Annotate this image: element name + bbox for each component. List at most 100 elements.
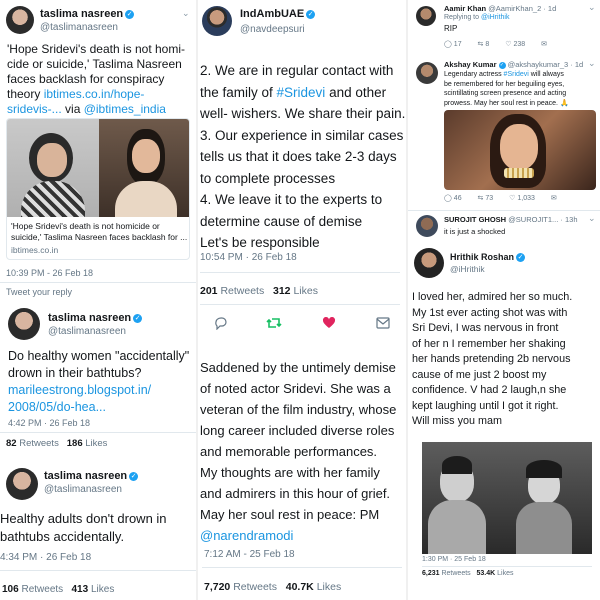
- divider: [202, 567, 402, 568]
- like-count[interactable]: 40.7K: [286, 581, 314, 593]
- author-name[interactable]: Hrithik Roshan: [450, 252, 514, 262]
- reply-icon[interactable]: ◯: [444, 195, 452, 202]
- tweet-text: 'Hope Sridevi's death is not homi- cide …: [7, 42, 186, 116]
- tweet-timestamp[interactable]: 1:30 PM · 25 Feb 18: [422, 556, 486, 563]
- retweet-count[interactable]: 82: [6, 438, 17, 449]
- avatar[interactable]: [416, 215, 438, 237]
- author-handle[interactable]: @akshaykumar_3 · 1d: [508, 60, 584, 69]
- message-icon[interactable]: [376, 317, 390, 329]
- link-card-domain: ibtimes.co.in: [11, 245, 59, 255]
- link-card-title: 'Hope Sridevi's death is not homicide or…: [11, 221, 188, 242]
- author-name[interactable]: taslima nasreen: [44, 470, 127, 482]
- retweet-icon[interactable]: ⇆: [478, 41, 484, 48]
- tweet-stats: 7,720 Retweets 40.7K Likes: [204, 581, 342, 593]
- author-name[interactable]: Aamir Khan: [444, 4, 486, 13]
- verified-icon: ✓: [306, 10, 316, 19]
- tweet-timestamp[interactable]: 4:34 PM · 26 Feb 18: [0, 552, 91, 563]
- like-count[interactable]: 53.4K: [477, 570, 496, 577]
- message-icon[interactable]: ✉: [541, 41, 547, 48]
- tweet-text: Saddened by the untimely demise of noted…: [200, 357, 406, 546]
- tweet-image[interactable]: [422, 442, 592, 554]
- author-handle[interactable]: @taslimanasreen: [48, 326, 126, 337]
- retweet-count[interactable]: 6,231: [422, 570, 440, 577]
- author-handle[interactable]: @SUROJIT1... · 13h: [508, 215, 577, 224]
- link-card[interactable]: 'Hope Sridevi's death is not homicide or…: [6, 118, 190, 260]
- avatar[interactable]: [414, 248, 444, 278]
- author-handle[interactable]: @iHrithik: [450, 264, 485, 274]
- tweet-text: it is just a shocked: [444, 227, 506, 236]
- author-name[interactable]: SUROJIT GHOSH: [444, 215, 506, 224]
- verified-icon: ✓: [516, 253, 526, 262]
- reply-count: 17: [453, 41, 462, 48]
- tweet-card-taslima-3: taslima nasreen ✓ @taslimanasreen Healthy…: [0, 460, 196, 600]
- chevron-down-icon[interactable]: ⌄: [182, 8, 190, 19]
- tweet-actions: [198, 314, 406, 334]
- tweet-card-pm-statement: Saddened by the untimely demise of noted…: [198, 345, 406, 600]
- reply-count: 46: [453, 195, 462, 202]
- tweet-card-surojit: SUROJIT GHOSH @SUROJIT1... · 13h ⌄ it is…: [408, 210, 600, 244]
- tweet-card-taslima-1: taslima nasreen ✓ @taslimanasreen ⌄ 'Hope…: [0, 0, 196, 300]
- tweet-timestamp[interactable]: 4:42 PM · 26 Feb 18: [8, 418, 90, 428]
- retweet-count[interactable]: 7,720: [204, 581, 230, 593]
- author-name[interactable]: Akshay Kumar: [444, 60, 497, 69]
- like-count: 1,033: [517, 195, 535, 202]
- like-icon[interactable]: ♡: [505, 41, 511, 48]
- message-icon[interactable]: ✉: [551, 195, 557, 202]
- retweet-icon[interactable]: [266, 316, 282, 330]
- tweet-image[interactable]: [444, 110, 596, 190]
- like-count[interactable]: 312: [273, 285, 291, 297]
- author-name[interactable]: taslima nasreen: [48, 312, 131, 324]
- divider: [200, 272, 400, 273]
- like-count[interactable]: 413: [72, 584, 89, 595]
- chevron-down-icon[interactable]: ⌄: [588, 2, 596, 13]
- tweet-card-akshay: Akshay Kumar ✓ @akshaykumar_3 · 1d ⌄ Lege…: [408, 58, 600, 210]
- tweet-timestamp[interactable]: 10:54 PM · 26 Feb 18: [200, 252, 297, 263]
- author-handle[interactable]: @AamirKhan_2 · 1d: [488, 4, 556, 13]
- avatar[interactable]: [416, 6, 436, 26]
- like-icon[interactable]: ♡: [509, 195, 515, 202]
- tweet-card-taslima-2: taslima nasreen ✓ @taslimanasreen Do heal…: [0, 300, 196, 460]
- mention-link[interactable]: @ibtimes_india: [84, 102, 166, 116]
- tweet-link[interactable]: 2008/05/do-hea...: [8, 399, 196, 416]
- like-icon[interactable]: [322, 316, 336, 330]
- divider: [0, 432, 196, 433]
- avatar[interactable]: [6, 468, 38, 500]
- avatar[interactable]: [8, 308, 40, 340]
- author-handle[interactable]: @taslimanasreen: [44, 484, 122, 495]
- tweet-text: Do healthy women "accidentally" drown in…: [8, 348, 196, 416]
- tweet-link[interactable]: ibtimes.co.in/hope-: [44, 87, 145, 101]
- avatar[interactable]: [6, 6, 34, 34]
- tweet-link[interactable]: marileestrong.blogspot.in/: [8, 382, 196, 399]
- retweet-count: 73: [485, 195, 494, 202]
- tweet-timestamp[interactable]: 10:39 PM - 26 Feb 18: [6, 268, 93, 278]
- tweet-card-aamir: Aamir Khan @AamirKhan_2 · 1d ⌄ Replying …: [408, 0, 600, 58]
- author-handle[interactable]: @navdeepsuri: [240, 24, 305, 35]
- tweet-text: Legendary actress #Sridevi will always b…: [444, 71, 569, 107]
- divider: [0, 570, 196, 571]
- author-name[interactable]: IndAmbUAE: [240, 8, 304, 20]
- like-count: 238: [513, 41, 526, 48]
- retweet-count[interactable]: 106: [2, 584, 19, 595]
- avatar[interactable]: [416, 62, 438, 84]
- like-count[interactable]: 186: [67, 438, 83, 449]
- mention-link[interactable]: @narendramodi: [200, 525, 406, 546]
- tweet-timestamp[interactable]: 7:12 AM - 25 Feb 18: [204, 549, 295, 560]
- retweet-count: 8: [485, 41, 490, 48]
- retweet-icon[interactable]: ⇆: [478, 195, 484, 202]
- tweet-link[interactable]: sridevis-...: [7, 102, 62, 116]
- author-handle[interactable]: @taslimanasreen: [40, 22, 118, 33]
- hashtag-link[interactable]: #Sridevi: [504, 71, 529, 78]
- chevron-down-icon[interactable]: ⌄: [588, 213, 596, 224]
- author-name[interactable]: taslima nasreen: [40, 8, 123, 20]
- mention-link[interactable]: @iHrithik: [481, 14, 510, 21]
- reply-icon[interactable]: ◯: [444, 41, 452, 48]
- reply-box[interactable]: Tweet your reply: [6, 287, 72, 297]
- retweet-count[interactable]: 201: [200, 285, 218, 297]
- tweet-card-indambuae: IndAmbUAE ✓ @navdeepsuri 2. We are in reg…: [198, 0, 406, 345]
- chevron-down-icon[interactable]: ⌄: [588, 58, 596, 69]
- avatar[interactable]: [202, 6, 232, 36]
- tweet-stats: 201 Retweets 312 Likes: [200, 285, 318, 297]
- reply-icon[interactable]: [214, 316, 228, 330]
- tweet-text: 2. We are in regular contact with the fa…: [200, 63, 406, 250]
- hashtag-link[interactable]: #Sridevi: [277, 85, 326, 100]
